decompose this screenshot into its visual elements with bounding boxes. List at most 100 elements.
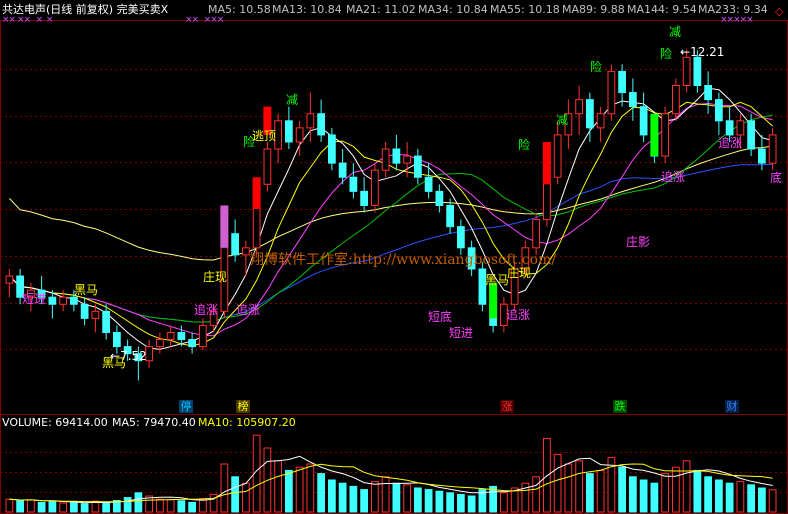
volume-bar bbox=[306, 463, 315, 513]
volume-bar bbox=[242, 482, 250, 513]
signal-marks-right: ××××× bbox=[720, 15, 754, 25]
candle-body bbox=[5, 275, 14, 284]
volume-bar bbox=[317, 473, 325, 513]
volume-bar bbox=[596, 469, 605, 513]
marker-risk-3: 险 bbox=[590, 60, 603, 74]
ma-label-21: MA21: 11.02 bbox=[346, 3, 416, 16]
volume-bar bbox=[457, 493, 465, 513]
volume-bar bbox=[725, 482, 734, 513]
volume-bar bbox=[381, 476, 390, 513]
volume-bar bbox=[618, 466, 626, 513]
candle-body bbox=[263, 148, 272, 185]
candle-body bbox=[704, 85, 712, 101]
candle-body bbox=[102, 310, 110, 333]
candle-body bbox=[435, 190, 444, 206]
volume-bar bbox=[134, 492, 143, 513]
candle-body bbox=[381, 148, 390, 171]
candle-body bbox=[736, 120, 745, 136]
candle-body bbox=[48, 296, 57, 305]
volume-bar bbox=[220, 463, 229, 513]
volume-label: VOLUME: 69414.00 bbox=[2, 416, 108, 429]
candle-body bbox=[177, 331, 186, 341]
marker-risk-4: 险 bbox=[660, 47, 673, 61]
candle-body bbox=[629, 92, 637, 108]
event-tag-limit-up[interactable]: 涨 bbox=[500, 400, 514, 413]
candle-body bbox=[596, 113, 605, 129]
volume-bar bbox=[371, 481, 379, 513]
marker-dark-horse-3: 黑马 bbox=[485, 273, 510, 287]
candle-body bbox=[682, 56, 691, 87]
candle-body bbox=[768, 134, 777, 164]
volume-bar bbox=[510, 487, 519, 513]
candle-body bbox=[242, 247, 250, 256]
event-tag-finance[interactable]: 财 bbox=[725, 400, 739, 413]
close-icon[interactable]: ◇ bbox=[775, 5, 783, 18]
volume-bar bbox=[403, 484, 411, 513]
candle-body bbox=[360, 190, 368, 206]
volume-bar bbox=[575, 460, 583, 513]
volume-ma10-label: MA10: 105907.20 bbox=[198, 416, 296, 429]
marker-banker-show-1: 庄现 bbox=[203, 270, 228, 284]
ma-line-233 bbox=[9, 145, 773, 261]
candle-body bbox=[80, 303, 89, 319]
candle-body bbox=[661, 113, 669, 157]
marker-bottom: 底 bbox=[770, 171, 783, 185]
volume-bar bbox=[564, 463, 573, 513]
candle-body bbox=[91, 310, 100, 319]
volume-bar bbox=[704, 476, 712, 513]
volume-bar bbox=[285, 469, 293, 513]
marker-escape-top: 逃顶 bbox=[252, 129, 277, 143]
marker-chase-5: 追涨 bbox=[718, 136, 743, 150]
watermark: 翔博软件工作室:http://www.xiangbosoft.com/ bbox=[250, 252, 557, 268]
signal-bar-banker bbox=[220, 205, 229, 248]
ma-line-144 bbox=[9, 163, 773, 323]
event-tag-suspend[interactable]: 停 bbox=[179, 400, 193, 413]
volume-bar bbox=[328, 479, 336, 513]
signal-bar-up-1 bbox=[252, 177, 261, 209]
volume-bar bbox=[715, 479, 723, 513]
candle-body bbox=[306, 113, 315, 129]
marker-chase-2: 追涨 bbox=[194, 303, 219, 317]
event-tag-list[interactable]: 榜 bbox=[236, 400, 250, 413]
candle-body bbox=[156, 339, 164, 348]
signal-bar-down-1 bbox=[489, 283, 498, 319]
candle-body bbox=[59, 296, 67, 305]
candle-body bbox=[113, 331, 121, 348]
marker-reduce-3: 减 bbox=[669, 25, 682, 39]
signal-marks-mid: ×× ××× bbox=[185, 15, 224, 25]
volume-bar bbox=[188, 501, 196, 513]
volume-bar bbox=[650, 482, 659, 513]
high-price-label: ←12.21 bbox=[680, 45, 725, 59]
volume-bar bbox=[661, 473, 669, 513]
volume-bar bbox=[177, 500, 186, 513]
marker-short-entry-1: 短进 bbox=[22, 292, 47, 306]
signal-bar-down-2 bbox=[650, 113, 659, 157]
volume-bar bbox=[768, 489, 777, 513]
volume-bar bbox=[80, 503, 89, 513]
candle-body bbox=[424, 176, 433, 192]
volume-bar bbox=[349, 485, 358, 513]
volume-bar bbox=[414, 487, 422, 513]
event-tag-limit-down[interactable]: 跌 bbox=[613, 400, 627, 413]
candle-body bbox=[693, 56, 702, 87]
volume-bar bbox=[693, 469, 702, 513]
candle-body bbox=[553, 134, 562, 178]
candle-body bbox=[747, 120, 755, 150]
candle-body bbox=[403, 155, 411, 164]
volume-bar bbox=[532, 476, 540, 513]
volume-bar bbox=[59, 502, 67, 513]
volume-bar bbox=[37, 501, 46, 513]
volume-bar bbox=[70, 501, 78, 513]
stock-chart-window: { "header": { "title": "共达电声(日线 前复权) 完美买… bbox=[0, 0, 788, 514]
marker-short-entry-2: 短进 bbox=[449, 326, 474, 340]
ma-label-89: MA89: 9.88 bbox=[562, 3, 625, 16]
volume-bar bbox=[27, 499, 35, 513]
marker-chase-4: 追涨 bbox=[661, 170, 686, 184]
volume-bar bbox=[338, 482, 347, 513]
candle-body bbox=[166, 331, 175, 341]
marker-risk-2: 险 bbox=[518, 138, 531, 152]
signal-bar-up-3 bbox=[542, 141, 551, 185]
candle-body bbox=[295, 127, 304, 143]
volume-ma5-label: MA5: 79470.40 bbox=[112, 416, 196, 429]
candle-body bbox=[618, 70, 626, 94]
